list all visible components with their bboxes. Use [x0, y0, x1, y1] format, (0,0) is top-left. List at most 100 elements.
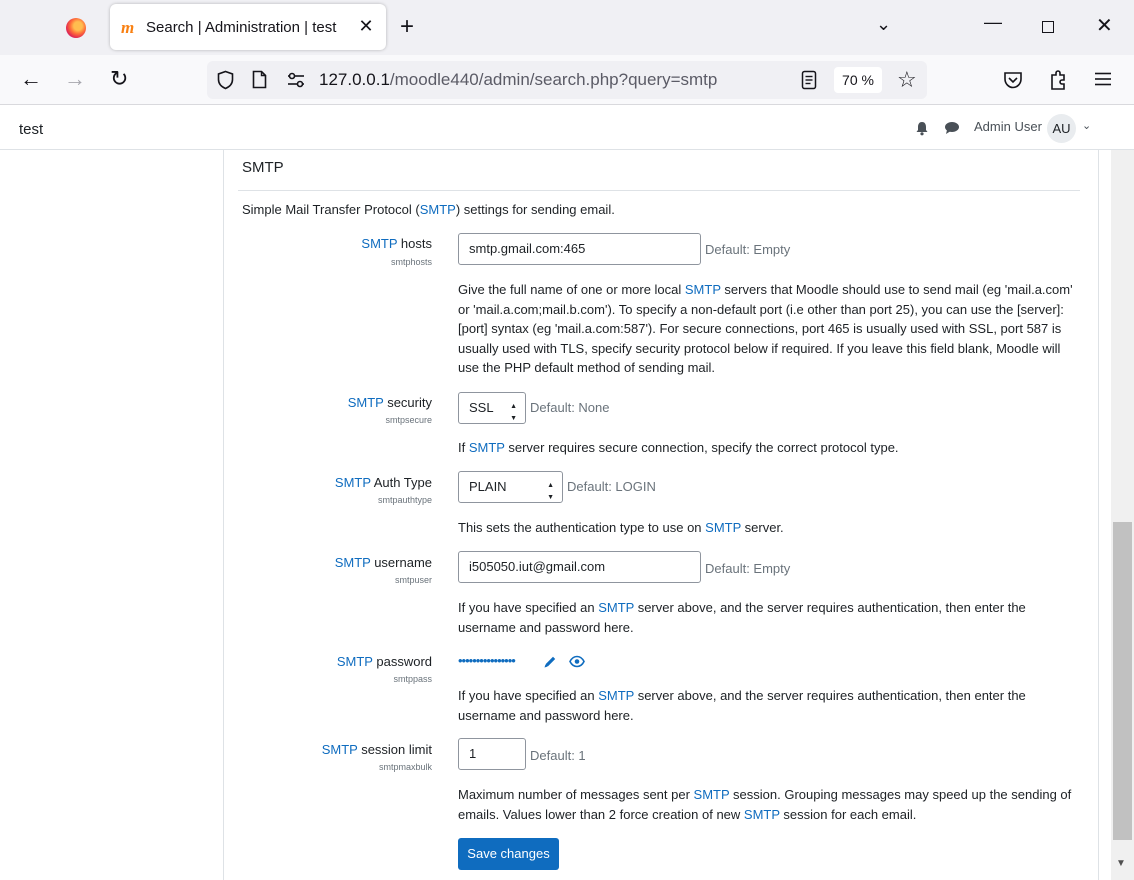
pocket-icon[interactable]	[1003, 71, 1023, 89]
section-desc-text: Simple Mail Transfer Protocol (	[242, 202, 420, 217]
zoom-level-badge[interactable]: 70 %	[834, 67, 882, 93]
page-scrollbar[interactable]: ▼	[1111, 150, 1134, 880]
smtp-glossary-link[interactable]: SMTP	[361, 236, 397, 251]
tab-close-icon[interactable]: ✕	[354, 14, 378, 38]
help-text: server.	[741, 520, 784, 535]
scroll-down-arrow-icon[interactable]: ▼	[1116, 858, 1126, 869]
forward-button[interactable]: →	[64, 67, 86, 91]
smtp-maxbulk-default: Default: 1	[530, 748, 586, 763]
page-icon[interactable]	[252, 70, 267, 89]
help-text: If you have specified an	[458, 600, 599, 615]
smtp-security-select[interactable]: SSL ▲ ▼	[458, 392, 526, 424]
selected-value: SSL	[469, 400, 494, 415]
hamburger-menu-icon[interactable]	[1094, 72, 1112, 86]
smtp-authtype-label: SMTP Auth Type	[335, 475, 432, 490]
scrollbar-thumb[interactable]	[1113, 522, 1132, 840]
avatar[interactable]: AU	[1047, 114, 1076, 143]
smtp-glossary-link[interactable]: SMTP	[348, 395, 384, 410]
smtp-maxbulk-label: SMTP session limit	[322, 742, 432, 757]
smtp-glossary-link[interactable]: SMTP	[337, 654, 373, 669]
section-heading: SMTP	[242, 159, 284, 176]
smtp-maxbulk-key: smtpmaxbulk	[378, 762, 432, 772]
url-host: 127.0.0.1	[319, 70, 390, 89]
smtp-username-default: Default: Empty	[705, 561, 791, 576]
window-maximize-button[interactable]	[1042, 21, 1054, 33]
notifications-bell-icon[interactable]	[914, 120, 930, 136]
label-text: hosts	[397, 236, 432, 251]
selected-value: PLAIN	[469, 479, 507, 494]
help-text: Maximum number of messages sent per	[458, 787, 694, 802]
smtp-hosts-default: Default: Empty	[705, 242, 791, 257]
smtp-security-default: Default: None	[530, 400, 610, 415]
select-updown-icon: ▲ ▼	[547, 482, 554, 501]
help-text: server requires secure connection, speci…	[504, 440, 899, 455]
select-updown-icon: ▲ ▼	[510, 403, 517, 422]
smtp-password-label: SMTP password	[337, 654, 432, 669]
user-name[interactable]: Admin User	[974, 119, 1042, 134]
bookmark-star-icon[interactable]: ☆	[897, 67, 917, 93]
smtp-glossary-link[interactable]: SMTP	[322, 742, 358, 757]
moodle-header: test Admin User AU ⌄	[0, 106, 1134, 150]
reload-button[interactable]: ↻	[110, 67, 128, 91]
smtp-authtype-help: This sets the authentication type to use…	[458, 518, 1082, 538]
url-text[interactable]: 127.0.0.1/moodle440/admin/search.php?que…	[319, 70, 717, 90]
smtp-glossary-link[interactable]: SMTP	[705, 520, 741, 535]
reader-view-icon[interactable]	[801, 70, 817, 90]
moodle-favicon-icon: m	[121, 18, 135, 37]
list-all-tabs-chevron-icon[interactable]: ⌄	[876, 14, 891, 35]
shield-icon[interactable]	[217, 70, 234, 90]
window-close-button[interactable]: ✕	[1096, 13, 1113, 38]
section-desc-text: ) settings for sending email.	[455, 202, 615, 217]
back-button[interactable]: ←	[20, 67, 42, 91]
smtp-glossary-link[interactable]: SMTP	[744, 807, 780, 822]
user-menu-chevron-down-icon[interactable]: ⌄	[1082, 119, 1091, 132]
save-changes-button[interactable]: Save changes	[458, 838, 559, 870]
smtp-password-key: smtppass	[393, 674, 432, 684]
smtp-glossary-link[interactable]: SMTP	[598, 688, 634, 703]
smtp-username-key: smtpuser	[394, 575, 432, 585]
smtp-hosts-input[interactable]: smtp.gmail.com:465	[458, 233, 701, 265]
messages-chat-icon[interactable]	[944, 121, 960, 135]
eye-reveal-icon[interactable]	[569, 655, 585, 668]
smtp-security-key: smtpsecure	[385, 415, 432, 425]
label-text: security	[383, 395, 432, 410]
help-text: If	[458, 440, 469, 455]
smtp-glossary-link[interactable]: SMTP	[694, 787, 730, 802]
window-minimize-button[interactable]: —	[984, 12, 1002, 33]
smtp-glossary-link[interactable]: SMTP	[335, 555, 371, 570]
site-name[interactable]: test	[19, 121, 43, 138]
pencil-edit-icon[interactable]	[543, 655, 557, 669]
smtp-glossary-link[interactable]: SMTP	[598, 600, 634, 615]
smtp-username-label: SMTP username	[335, 555, 432, 570]
label-text: Auth Type	[370, 475, 432, 490]
help-text: This sets the authentication type to use…	[458, 520, 706, 535]
smtp-password-help: If you have specified an SMTP server abo…	[458, 686, 1082, 725]
smtp-authtype-default: Default: LOGIN	[567, 479, 656, 494]
smtp-glossary-link[interactable]: SMTP	[335, 475, 371, 490]
smtp-glossary-link[interactable]: SMTP	[420, 202, 456, 217]
address-bar[interactable]: 127.0.0.1/moodle440/admin/search.php?que…	[207, 61, 927, 99]
content-left-border	[223, 150, 224, 880]
tab-title: Search | Administration | test	[146, 19, 337, 36]
smtp-hosts-label: SMTP hosts	[361, 236, 432, 251]
permissions-icon[interactable]	[286, 71, 306, 89]
smtp-authtype-select[interactable]: PLAIN ▲ ▼	[458, 471, 563, 503]
smtp-username-input[interactable]: i505050.iut@gmail.com	[458, 551, 701, 583]
label-text: session limit	[357, 742, 432, 757]
new-tab-button[interactable]: +	[400, 14, 414, 40]
help-text: session for each email.	[779, 806, 917, 822]
smtp-authtype-key: smtpauthtype	[377, 495, 432, 505]
smtp-glossary-link[interactable]: SMTP	[469, 440, 505, 455]
smtp-glossary-link[interactable]: SMTP	[685, 282, 721, 297]
smtp-password-masked-value[interactable]: ••••••••••••••••	[458, 653, 516, 668]
help-text: Give the full name of one or more local	[458, 282, 685, 297]
browser-tab-active[interactable]: m Search | Administration | test ✕	[110, 4, 386, 50]
smtp-hosts-help: Give the full name of one or more local …	[458, 280, 1082, 378]
heading-divider	[238, 190, 1080, 191]
extensions-icon[interactable]	[1048, 69, 1068, 91]
smtp-maxbulk-input[interactable]: 1	[458, 738, 526, 770]
browser-tab-strip: m Search | Administration | test ✕ + ⌄ —…	[0, 0, 1134, 55]
smtp-security-label: SMTP security	[348, 395, 432, 410]
url-path: /moodle440/admin/search.php?query=smtp	[389, 70, 718, 89]
smtp-hosts-key: smtphosts	[390, 257, 432, 267]
